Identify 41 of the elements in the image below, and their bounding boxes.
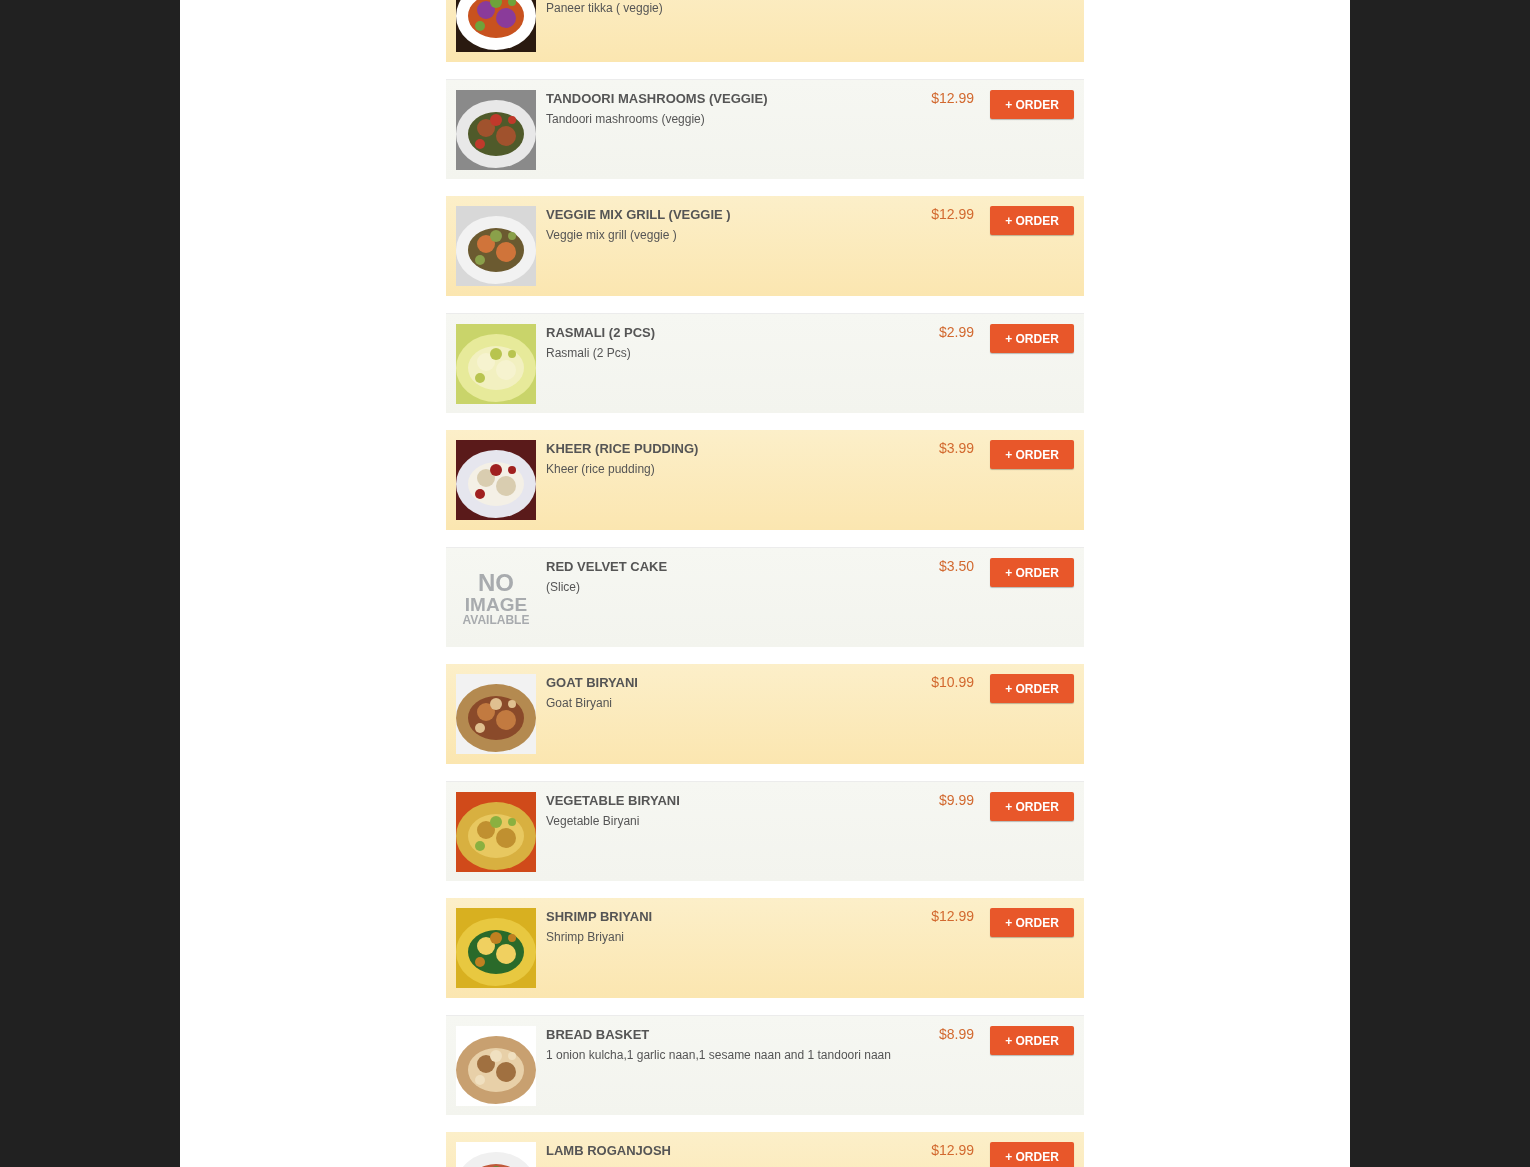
price: $12.99 [931,908,975,926]
order-button[interactable]: + ORDER [990,674,1074,703]
price: $3.50 [938,558,975,576]
order-button[interactable]: + ORDER [990,792,1074,821]
dish-name: LAMB ROGANJOSH [546,1143,672,1159]
price: $12.99 [931,206,975,224]
dish-description: Goat Biryani [546,696,614,711]
dish-description: Shrimp Briyani [546,930,626,945]
dish-description: Paneer tikka ( veggie) [546,1,664,16]
dish-name: KHEER (RICE PUDDING) [546,441,700,457]
dish-description: Vegetable Biryani [546,814,641,829]
price: $10.99 [931,674,975,692]
dish-description: 1 onion kulcha,1 garlic naan,1 sesame naan and 1 tandoori naan [546,1048,892,1063]
dish-name: TANDOORI MASHROOMS (VEGGIE) [546,91,769,107]
price: $9.99 [938,792,975,810]
order-button[interactable]: + ORDER [990,440,1074,469]
dish-name: BREAD BASKET [546,1027,651,1043]
dish-description: Tandoori mashrooms (veggie) [546,112,706,127]
dish-name: VEGGIE MIX GRILL (VEGGIE ) [546,207,732,223]
dish-name: RED VELVET CAKE [546,559,669,575]
price: $12.99 [931,90,975,108]
price: $8.99 [938,1026,975,1044]
dish-name: GOAT BIRYANI [546,675,639,691]
dish-description: Rasmali (2 Pcs) [546,346,632,361]
dish-name: SHRIMP BRIYANI [546,909,654,925]
order-button[interactable]: + ORDER [990,1142,1074,1167]
dish-name: VEGETABLE BIRYANI [546,793,681,809]
order-button[interactable]: + ORDER [990,908,1074,937]
no-image-label: NO IMAGE AVAILABLE [462,570,530,626]
order-button[interactable]: + ORDER [990,558,1074,587]
dish-description: Kheer (rice pudding) [546,462,656,477]
dish-description: Veggie mix grill (veggie ) [546,228,678,243]
price: $3.99 [938,440,975,458]
dish-name: RASMALI (2 PCS) [546,325,657,341]
dish-description: (Slice) [546,580,581,595]
order-button[interactable]: + ORDER [990,324,1074,353]
price: $12.99 [931,1142,975,1160]
price: $2.99 [938,324,975,342]
order-button[interactable]: + ORDER [990,90,1074,119]
order-button[interactable]: + ORDER [990,1026,1074,1055]
order-button[interactable]: + ORDER [990,206,1074,235]
